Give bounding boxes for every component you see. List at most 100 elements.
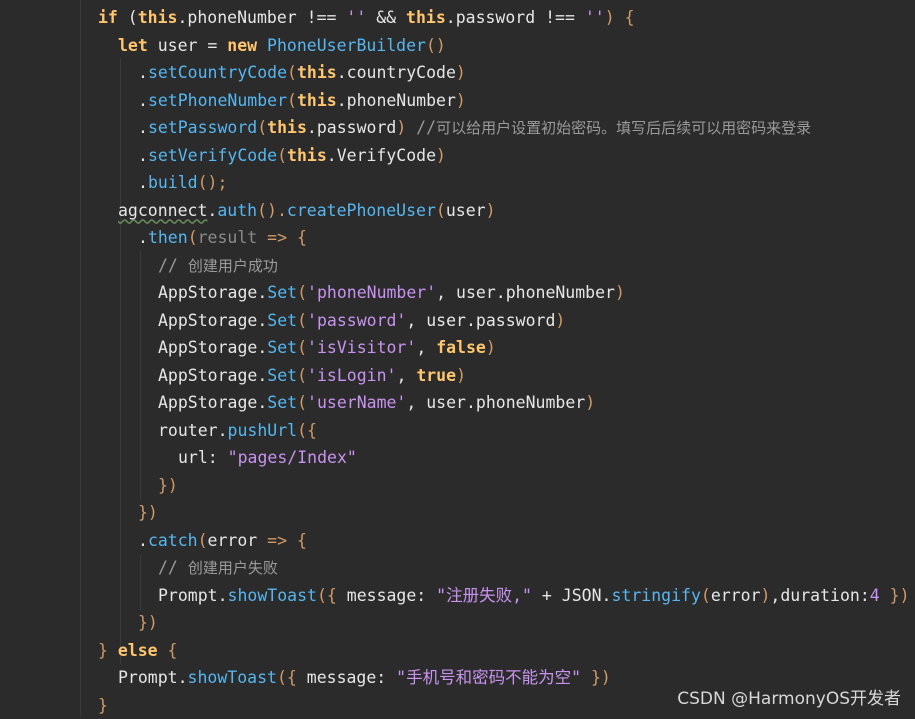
code-token: '' [346,8,367,27]
code-token: AppStorage. [158,338,268,357]
code-line[interactable]: agconnect.auth().createPhoneUser(user) [118,197,496,224]
code-token: ) { [604,8,635,27]
indent-guide [120,58,121,664]
code-token: // [158,558,188,577]
code-line[interactable]: }) [138,609,158,636]
code-line[interactable]: // 创建用户成功 [158,252,278,279]
code-token: showToast [187,668,277,687]
code-token: 'userName' [307,393,407,412]
code-token: this [267,118,307,137]
code-line[interactable]: } [98,692,108,719]
code-token: . [207,200,218,220]
code-token: , user.phoneNumber [406,393,586,412]
code-token: }) [879,585,910,605]
code-token: true [416,365,457,385]
code-token: this [296,63,337,82]
code-line[interactable]: } else { [98,637,178,664]
code-token: catch [147,530,198,550]
code-line[interactable]: AppStorage.Set('isLogin', true) [158,362,466,389]
code-token: Prompt. [118,668,188,687]
code-line[interactable]: // 创建用户失败 [158,554,278,581]
indent-guide [80,0,81,717]
code-token: Set [267,365,298,385]
code-line[interactable]: }) [138,499,158,526]
code-token: AppStorage. [158,365,268,385]
code-line[interactable]: let user = new PhoneUserBuilder() [118,32,446,59]
code-token: , [416,338,437,357]
code-token: => { [257,530,307,550]
code-token: . [138,118,148,137]
code-token: 创建用户成功 [187,256,278,275]
code-token: ( [117,8,138,27]
code-token: setPhoneNumber [147,90,288,110]
code-line[interactable]: .catch(error => { [138,527,307,554]
code-token: ( [297,310,308,330]
code-line[interactable]: .setCountryCode(this.countryCode) [138,59,466,86]
code-line[interactable]: AppStorage.Set('isVisitor', false) [158,334,496,361]
code-token: 'password' [307,310,407,330]
code-token: . [138,530,148,550]
code-token: "手机号和密码不能为空" [396,668,582,687]
code-token: createPhoneUser [286,200,436,220]
code-token: ( [197,530,208,550]
code-editor[interactable]: if (this.phoneNumber !== '' && this.pass… [0,0,915,717]
code-line[interactable]: .build(); [138,169,227,196]
code-token: ( [257,118,268,137]
code-token: ) [585,393,596,412]
code-line[interactable]: .setVerifyCode(this.VerifyCode) [138,142,446,169]
code-token: this [137,8,178,27]
code-token: this [406,8,446,27]
code-token: ({ [316,585,347,605]
code-token: ) [436,145,446,165]
code-token: ( [700,585,711,605]
code-token: let [118,35,148,55]
code-token: // [158,255,188,275]
code-line[interactable]: AppStorage.Set('userName', user.phoneNum… [158,389,595,416]
code-token: showToast [227,585,317,605]
code-line[interactable]: }) [158,472,178,499]
code-token: .phoneNumber [336,90,456,110]
code-line[interactable]: AppStorage.Set('password', user.password… [158,307,565,334]
code-token: error [207,530,258,550]
code-token: false [436,338,486,357]
code-token: this [287,145,327,165]
code-token: ( [287,90,297,110]
code-token: agconnect [118,200,208,220]
code-token: url: [178,448,228,467]
code-token: ) [455,90,466,110]
code-token: auth [217,200,258,220]
code-token: build [147,173,198,192]
code-token: ( [297,365,308,385]
code-token: AppStorage. [158,310,268,330]
code-token: ) [396,118,407,137]
code-token: message: [346,585,437,605]
code-token: Prompt. [158,585,228,605]
code-token: ( [187,228,198,247]
code-line[interactable]: .setPhoneNumber(this.phoneNumber) [138,87,466,114]
code-line[interactable]: if (this.phoneNumber !== '' && this.pass… [98,4,635,31]
code-token: } [98,640,118,660]
code-line[interactable]: url: "pages/Index" [178,444,357,471]
code-token: 创建用户失败 [187,559,278,577]
code-token: error [710,585,761,605]
code-line[interactable]: .then(result => { [138,224,307,251]
code-line[interactable]: Prompt.showToast({ message: "手机号和密码不能为空"… [118,664,611,691]
code-token: + JSON. [531,585,612,605]
code-token: ) [555,310,566,330]
code-token: .VerifyCode [326,145,437,165]
code-token: && [366,8,407,27]
code-token: // [406,118,437,137]
code-token: .password [306,118,397,137]
code-token: . [138,145,148,165]
code-line[interactable]: router.pushUrl({ [158,417,317,444]
code-token: () [426,35,446,55]
code-token: { [157,640,178,660]
code-token: result [197,228,258,247]
code-line[interactable]: AppStorage.Set('phoneNumber', user.phone… [158,279,625,306]
code-line[interactable]: Prompt.showToast({ message: "注册失败," + JS… [158,582,910,609]
code-line[interactable]: .setPassword(this.password) //可以给用户设置初始密… [138,114,811,141]
code-token: . [138,228,148,247]
code-token: ( [277,145,288,165]
code-token: setCountryCode [147,63,288,82]
code-token: ({ [297,420,317,440]
